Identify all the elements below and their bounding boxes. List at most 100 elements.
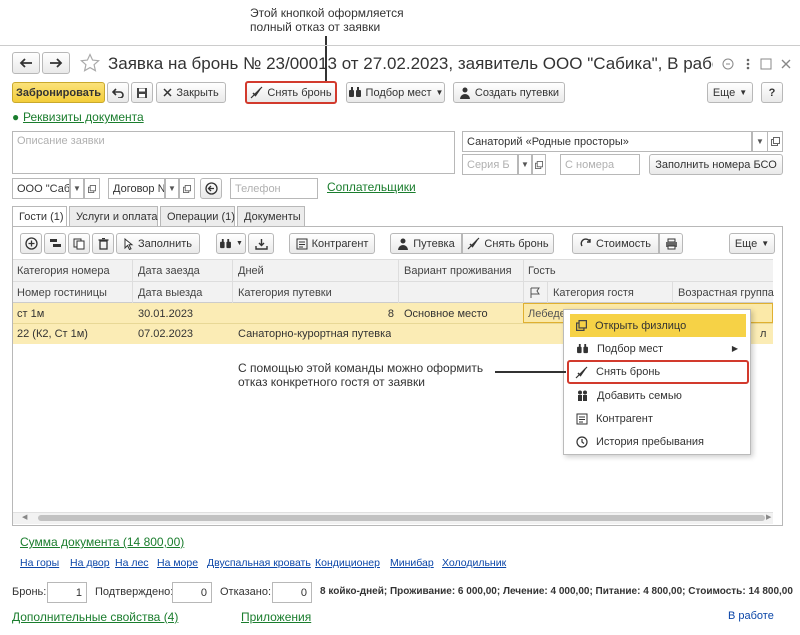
header-accommodation[interactable]: Вариант проживания (404, 265, 512, 277)
context-menu: Открыть физлицо Подбор мест ▶ Снять брон… (563, 309, 751, 455)
booked-field[interactable]: 1 (47, 582, 87, 603)
header-guest-category[interactable]: Категория гостя (553, 287, 634, 299)
menu-item-stay-history[interactable]: История пребывания (570, 430, 746, 453)
menu-item-add-family[interactable]: Добавить семью (570, 384, 746, 407)
header-room-category[interactable]: Категория номера (17, 265, 130, 277)
trash-icon (98, 237, 108, 250)
amenity-link-mountains[interactable]: На горы (20, 557, 59, 569)
voucher-label: Путевка (413, 237, 455, 250)
menu-item-cancel-booking[interactable]: Снять бронь (567, 360, 749, 384)
open-icon (88, 184, 96, 193)
attachments-link[interactable]: Приложения (241, 610, 311, 624)
counterparty-label: Контрагент (311, 237, 369, 250)
cost-button[interactable]: Стоимость (572, 233, 659, 254)
add-row-button[interactable] (20, 233, 42, 254)
add-group-button[interactable] (44, 233, 66, 254)
print-button[interactable] (659, 233, 683, 254)
series-open-button[interactable] (532, 154, 546, 175)
menu-item-label: Открыть физлицо (595, 319, 687, 332)
header-days[interactable]: Дней (238, 265, 264, 277)
organization-field[interactable]: ООО "Саби (12, 178, 70, 199)
header-guest[interactable]: Гость (528, 265, 556, 277)
maximize-icon[interactable] (760, 58, 772, 70)
select-places-label: Подбор мест (365, 86, 432, 99)
copy-button[interactable] (68, 233, 90, 254)
amenity-link-double-bed[interactable]: Двуспальная кровать (207, 557, 311, 569)
circle-arrow-left-icon (204, 182, 218, 195)
kebab-menu-icon[interactable] (744, 58, 752, 70)
description-textarea[interactable]: Описание заявки (12, 131, 455, 174)
voucher-button[interactable]: Путевка (390, 233, 462, 254)
sanatorium-open-button[interactable] (767, 131, 783, 152)
refused-field[interactable]: 0 (272, 582, 312, 603)
header-room-number[interactable]: Номер гостиницы (17, 287, 130, 299)
select-places-group-button[interactable]: ▼ (216, 233, 246, 254)
back-button[interactable] (12, 52, 40, 74)
contract-field[interactable]: Договор № (108, 178, 165, 199)
favorite-star-icon[interactable] (80, 53, 100, 73)
row-cancel-booking-label: Снять бронь (484, 237, 549, 250)
forward-button[interactable] (42, 52, 70, 74)
fill-bso-button[interactable]: Заполнить номера БСО (649, 154, 783, 175)
tab-services[interactable]: Услуги и оплата (69, 206, 158, 226)
amenity-link-air-conditioner[interactable]: Кондиционер (315, 557, 380, 569)
header-age-group[interactable]: Возрастная группа (678, 287, 774, 299)
tab-operations[interactable]: Операции (1) (160, 206, 235, 226)
amenity-link-yard[interactable]: На двор (70, 557, 110, 569)
document-sum-link[interactable]: Сумма документа (14 800,00) (20, 535, 184, 549)
amenity-link-forest[interactable]: На лес (115, 557, 149, 569)
create-vouchers-button[interactable]: Создать путевки (453, 82, 565, 103)
link-icon[interactable] (722, 58, 734, 70)
header-voucher-category[interactable]: Категория путевки (238, 287, 332, 299)
undo-button[interactable] (107, 82, 129, 103)
series-field[interactable]: Серия Б (462, 154, 518, 175)
more-button[interactable]: Еще ▼ (707, 82, 753, 103)
help-button[interactable]: ? (761, 82, 783, 103)
from-number-field[interactable]: С номера (560, 154, 640, 175)
tab-documents[interactable]: Документы (237, 206, 305, 226)
contract-select-button[interactable] (200, 178, 222, 199)
flag-icon[interactable] (530, 287, 541, 299)
scrollbar-thumb[interactable] (38, 515, 765, 521)
additional-properties-link[interactable]: Дополнительные свойства (4) (12, 610, 178, 624)
cancel-booking-button[interactable]: Снять бронь (245, 81, 337, 104)
document-details-link[interactable]: Реквизиты документа (23, 110, 144, 124)
delete-button[interactable] (92, 233, 114, 254)
chevron-down-icon: ▼ (435, 88, 444, 97)
scroll-right-icon[interactable]: ▶ (766, 513, 771, 521)
close-button[interactable]: Закрыть (156, 82, 226, 103)
amenity-link-fridge[interactable]: Холодильник (442, 557, 506, 569)
organization-dropdown[interactable]: ▼ (70, 178, 84, 199)
person-icon (398, 238, 409, 250)
confirmed-field[interactable]: 0 (172, 582, 212, 603)
chevron-down-icon: ▼ (761, 239, 770, 248)
binoculars-icon (220, 238, 231, 248)
contract-dropdown[interactable]: ▼ (165, 178, 179, 199)
select-places-button[interactable]: Подбор мест ▼ (346, 82, 445, 103)
sanatorium-field[interactable]: Санаторий «Родные просторы» (462, 131, 752, 152)
phone-field[interactable]: Телефон (230, 178, 318, 199)
tab-guests[interactable]: Гости (1) (12, 206, 67, 227)
fill-button[interactable]: Заполнить (116, 233, 200, 254)
copayers-link[interactable]: Сoплательщики (327, 180, 416, 194)
header-arrival[interactable]: Дата заезда (138, 265, 200, 277)
amenity-link-sea[interactable]: На море (157, 557, 198, 569)
menu-item-counterparty[interactable]: Контрагент (570, 407, 746, 430)
counterparty-button[interactable]: Контрагент (289, 233, 375, 254)
menu-item-open-person[interactable]: Открыть физлицо (570, 314, 746, 337)
guests-more-button[interactable]: Еще ▼ (729, 233, 775, 254)
book-button[interactable]: Забронировать (12, 82, 105, 103)
contract-open-button[interactable] (179, 178, 195, 199)
menu-item-select-places[interactable]: Подбор мест ▶ (570, 337, 746, 360)
sanatorium-dropdown[interactable]: ▼ (752, 131, 768, 152)
amenity-link-minibar[interactable]: Минибар (390, 557, 434, 569)
sort-button[interactable] (248, 233, 274, 254)
series-dropdown[interactable]: ▼ (518, 154, 532, 175)
status-link[interactable]: В работе (728, 610, 774, 622)
close-icon[interactable] (780, 58, 792, 70)
organization-open-button[interactable] (84, 178, 100, 199)
save-button[interactable] (131, 82, 153, 103)
scroll-left-icon[interactable]: ◀ (22, 513, 27, 521)
header-departure[interactable]: Дата выезда (138, 287, 202, 299)
row-cancel-booking-button[interactable]: Снять бронь (462, 233, 554, 254)
